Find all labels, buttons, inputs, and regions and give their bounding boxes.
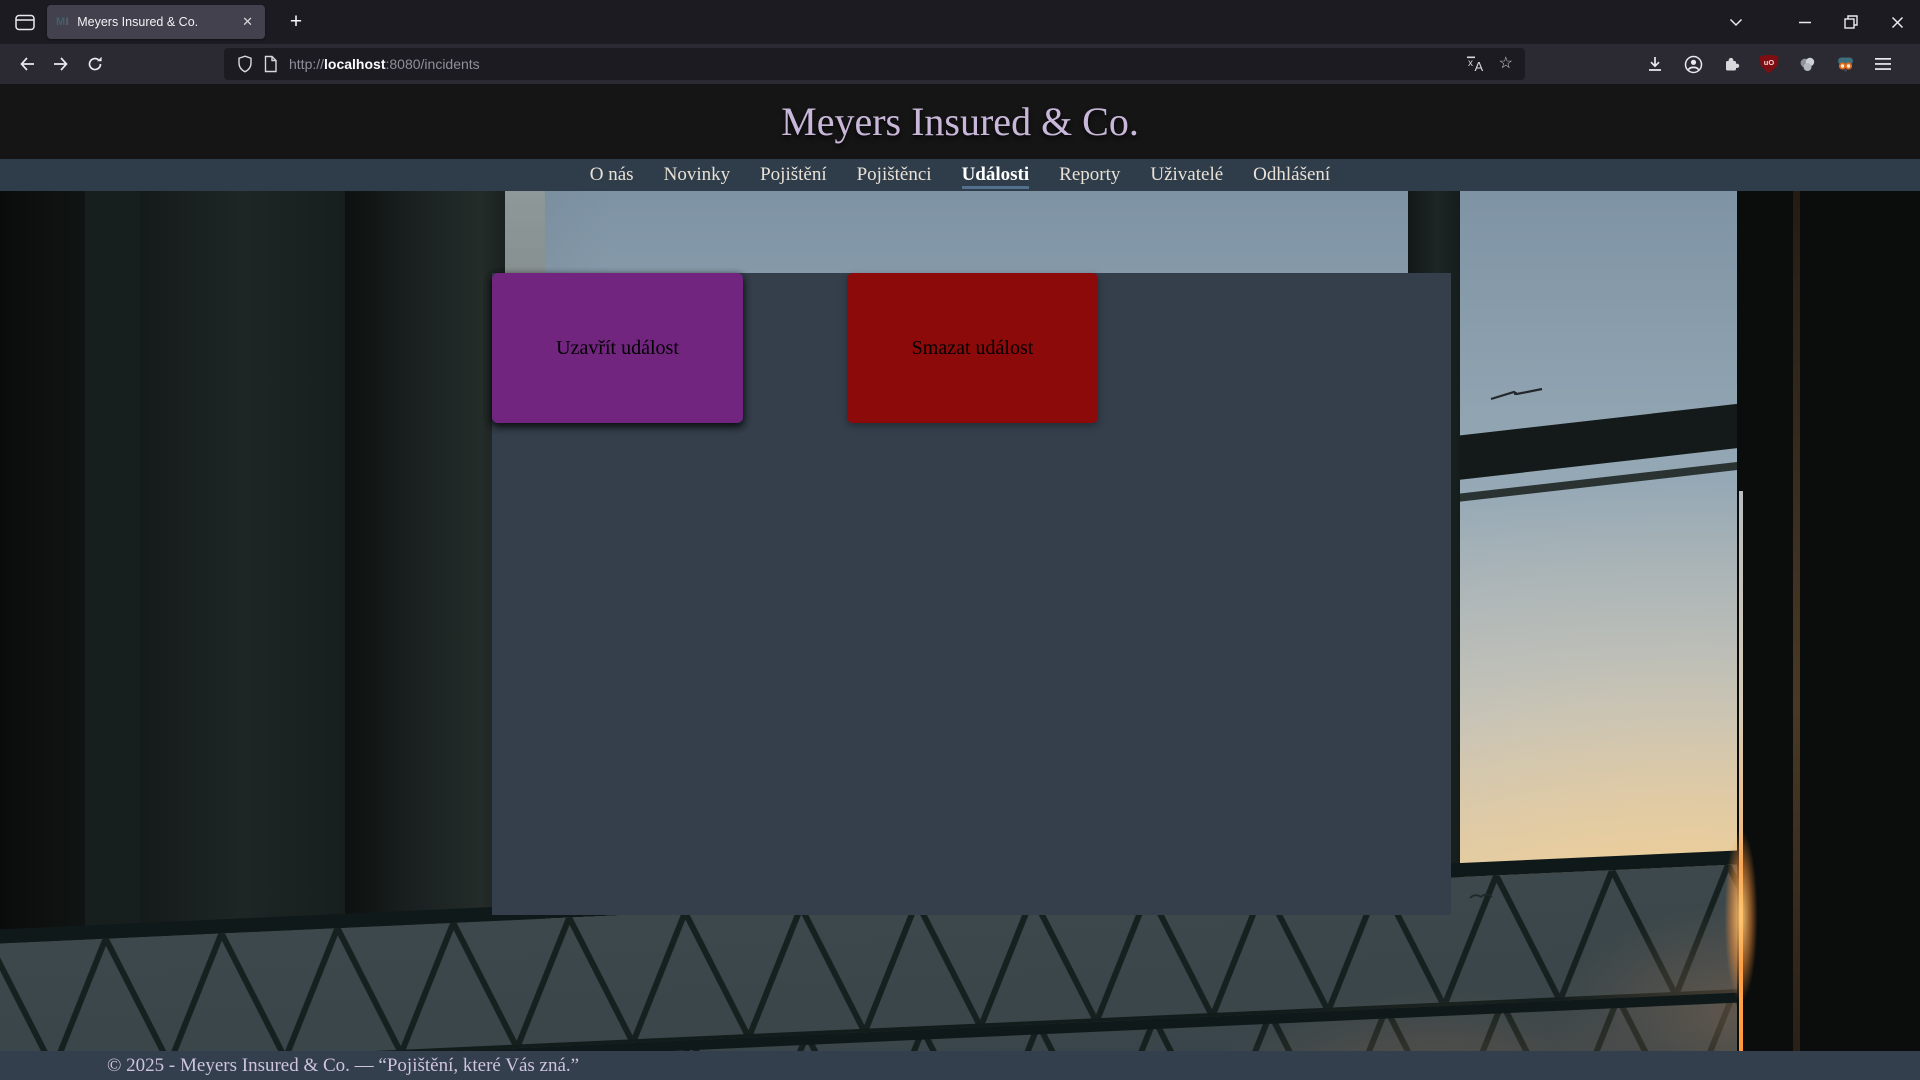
tab-list-button[interactable] <box>1716 0 1756 44</box>
puzzle-icon <box>1722 55 1740 73</box>
firefox-view-icon <box>15 14 35 31</box>
reload-icon <box>86 55 104 73</box>
minimize-button[interactable] <box>1782 0 1828 44</box>
url-bar[interactable]: http://localhost:8080/incidents xA ☆ <box>224 48 1525 80</box>
nav-item-novinky[interactable]: Novinky <box>664 159 731 191</box>
svg-text:A: A <box>1474 59 1483 73</box>
account-button[interactable] <box>1679 49 1707 79</box>
nav-item-pojistenci[interactable]: Pojištěnci <box>857 159 932 191</box>
actions-grid: Vytvořit událostVyhledat událostZpracova… <box>492 273 1451 915</box>
window-mullion <box>85 191 140 1051</box>
nav-item-odhlaseni[interactable]: Odhlášení <box>1253 159 1330 191</box>
svg-text:x: x <box>1468 58 1473 69</box>
bookmark-star-icon[interactable]: ☆ <box>1499 56 1513 72</box>
chevron-down-icon <box>1728 16 1744 28</box>
sun-glow <box>1714 781 1768 1051</box>
browser-toolbar: http://localhost:8080/incidents xA ☆ uO <box>0 44 1920 84</box>
page-title: Meyers Insured & Co. <box>781 98 1139 145</box>
ublock-shield-icon: uO <box>1760 55 1779 74</box>
nav-item-uzivatele[interactable]: Uživatelé <box>1150 159 1223 191</box>
extension-button-2[interactable] <box>1831 49 1859 79</box>
restore-icon <box>1844 15 1858 29</box>
download-icon <box>1646 55 1664 73</box>
plus-icon: + <box>290 10 302 34</box>
extensions-button[interactable] <box>1717 49 1745 79</box>
close-incident-button[interactable]: Uzavřít událost <box>492 273 743 423</box>
goggles-extension-icon <box>1836 55 1855 73</box>
site-footer: © 2025 - Meyers Insured & Co. — “Pojiště… <box>0 1051 1920 1080</box>
blob-extension-icon <box>1797 55 1817 73</box>
translate-icon[interactable]: xA <box>1465 55 1485 73</box>
account-icon <box>1684 55 1703 74</box>
arrow-left-icon <box>18 55 36 73</box>
url-text[interactable]: http://localhost:8080/incidents <box>289 56 1465 72</box>
arrow-right-icon <box>52 55 70 73</box>
tab-close-button[interactable]: ✕ <box>239 13 256 31</box>
window-frame <box>0 191 345 1036</box>
forward-button[interactable] <box>44 49 78 79</box>
extension-button-1[interactable] <box>1793 49 1821 79</box>
reload-button[interactable] <box>78 49 112 79</box>
restore-button[interactable] <box>1828 0 1874 44</box>
firefox-view-button[interactable] <box>8 5 42 39</box>
frame-edge <box>1793 191 1800 1051</box>
delete-incident-button[interactable]: Smazat událost <box>847 273 1098 423</box>
content-panel: Vytvořit událostVyhledat událostZpracova… <box>492 273 1451 915</box>
ublock-extension-button[interactable]: uO <box>1755 49 1783 79</box>
nav-item-reporty[interactable]: Reporty <box>1059 159 1120 191</box>
close-icon <box>1891 16 1904 29</box>
hamburger-icon <box>1875 57 1891 71</box>
back-button[interactable] <box>10 49 44 79</box>
close-icon: ✕ <box>242 14 253 29</box>
minimize-icon <box>1798 15 1812 29</box>
menu-button[interactable] <box>1869 49 1897 79</box>
nav-item-o-nas[interactable]: O nás <box>590 159 634 191</box>
browser-tab[interactable]: MI Meyers Insured & Co. ✕ <box>47 5 265 39</box>
site-favicon: MI <box>56 16 69 28</box>
background-photo: Vytvořit událostVyhledat událostZpracova… <box>0 191 1920 1051</box>
page-info-icon[interactable] <box>262 55 279 73</box>
new-tab-button[interactable]: + <box>281 7 311 37</box>
site-nav: O nás Novinky Pojištění Pojištěnci Události R… <box>0 159 1920 191</box>
site-header: Meyers Insured & Co. <box>0 84 1920 159</box>
nav-item-udalosti[interactable]: Události <box>962 159 1030 191</box>
tab-title: Meyers Insured & Co. <box>77 15 239 29</box>
close-window-button[interactable] <box>1874 0 1920 44</box>
downloads-button[interactable] <box>1641 49 1669 79</box>
browser-tab-bar: MI Meyers Insured & Co. ✕ + <box>0 0 1920 44</box>
nav-item-pojisteni[interactable]: Pojištění <box>760 159 827 191</box>
footer-text: © 2025 - Meyers Insured & Co. — “Pojiště… <box>107 1055 579 1077</box>
toolbar-icons: uO <box>1641 49 1897 79</box>
tracking-shield-icon[interactable] <box>236 55 254 73</box>
window-controls <box>1716 0 1920 44</box>
